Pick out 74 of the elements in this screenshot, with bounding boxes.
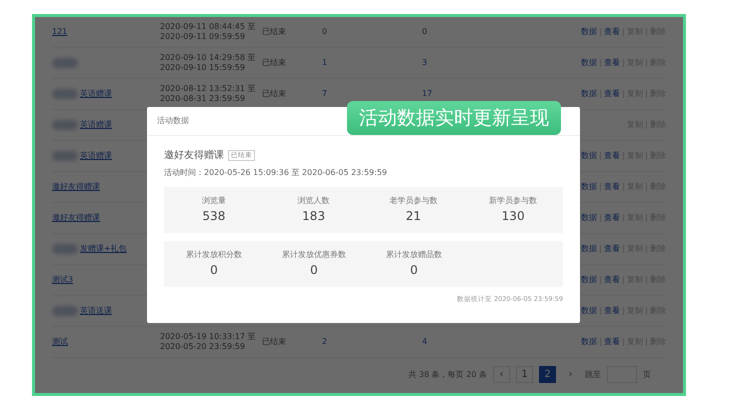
action-link[interactable]: 数据: [581, 150, 597, 162]
time-start: 2020-05-19 10:33:17 至: [160, 332, 257, 342]
activity-title: 邀好友得赠课: [164, 148, 224, 163]
activity-time: 活动时间：2020-05-26 15:09:36 至 2020-06-05 23:59:59: [164, 167, 388, 179]
action-link[interactable]: 查看: [604, 243, 620, 255]
activity-name-link[interactable]: 121: [52, 26, 68, 38]
count-link[interactable]: 3: [422, 58, 428, 67]
modal-title: 活动数据: [157, 115, 189, 127]
activity-name-link[interactable]: 测试: [52, 336, 68, 348]
action-link[interactable]: 查看: [604, 274, 620, 286]
stat-label: 浏览人数: [296, 195, 331, 207]
page-suffix: 页: [643, 368, 651, 380]
stat-value: 130: [500, 208, 526, 225]
time-end: 2020-09-10 15:59:59: [160, 63, 246, 73]
action-link[interactable]: 数据: [581, 305, 597, 317]
previous-page-button[interactable]: ‹: [493, 366, 510, 383]
count-link[interactable]: 17: [422, 89, 432, 98]
stat-value: 0: [409, 262, 419, 279]
stat-value: 538: [201, 208, 226, 225]
time-start: 2020-09-11 08:44:45 至: [160, 22, 257, 32]
action-link[interactable]: 查看: [604, 57, 620, 69]
status-text: 已结束: [262, 27, 286, 36]
status-text: 已结束: [262, 58, 286, 67]
action-link[interactable]: 查看: [604, 305, 620, 317]
time-start: 2020-09-10 14:29:58 至: [160, 53, 257, 63]
action-link[interactable]: 查看: [604, 336, 620, 348]
time-start: 2020-08-12 13:52:31 至: [160, 84, 257, 94]
action-link[interactable]: 数据: [581, 212, 597, 224]
stat-value: 0: [209, 262, 219, 279]
stat-label: 老学员参与数: [388, 195, 438, 207]
count-text: 0: [422, 27, 428, 36]
stat-value: 183: [301, 208, 326, 225]
stat-label: 新学员参与数: [488, 195, 538, 207]
activity-name-link[interactable]: 英语送课: [80, 305, 112, 317]
stat-label: 累计发放赠品数: [385, 249, 443, 261]
action-link[interactable]: 查看: [604, 26, 620, 38]
action-link[interactable]: 数据: [581, 243, 597, 255]
activity-name-link[interactable]: 邀好友得赠课: [52, 212, 100, 224]
page-button[interactable]: 1: [516, 366, 533, 383]
activity-name-link[interactable]: 测试3: [52, 274, 74, 286]
action-link[interactable]: 数据: [581, 274, 597, 286]
action-link[interactable]: 查看: [604, 181, 620, 193]
stat-label: 累计发放积分数: [185, 249, 243, 261]
count-text: 0: [322, 27, 328, 36]
stat-value: 21: [404, 208, 422, 225]
action-link[interactable]: 查看: [604, 88, 620, 100]
status-text: 已结束: [262, 89, 286, 98]
stat-label: 浏览量: [200, 195, 227, 207]
activity-name-link[interactable]: 英语赠课: [80, 119, 112, 131]
count-link[interactable]: 1: [322, 58, 328, 67]
promo-banner: 活动数据实时更新呈现: [347, 101, 561, 135]
count-link[interactable]: 2: [322, 337, 328, 346]
action-link[interactable]: 数据: [581, 26, 597, 38]
action-link[interactable]: 查看: [604, 150, 620, 162]
action-link[interactable]: 数据: [581, 181, 597, 193]
activity-name-link[interactable]: 邀好友得赠课: [52, 181, 100, 193]
activity-name-link[interactable]: 英语赠课: [80, 150, 112, 162]
time-end: 2020-08-31 23:59:59: [160, 94, 246, 104]
activity-name-link[interactable]: 英语赠课: [80, 88, 112, 100]
jump-label: 跳至: [585, 368, 601, 380]
count-link[interactable]: 7: [322, 89, 328, 98]
stat-label: 累计发放优惠券数: [281, 249, 347, 261]
activity-name-link[interactable]: 发赠课+礼包: [80, 243, 127, 255]
count-link[interactable]: 4: [422, 337, 428, 346]
status-text: 已结束: [262, 337, 286, 346]
action-link[interactable]: 数据: [581, 57, 597, 69]
action-link[interactable]: 数据: [581, 88, 597, 100]
action-link[interactable]: 数据: [581, 336, 597, 348]
pagination-summary: 共 38 条，每页 20 条: [408, 368, 487, 380]
page-button[interactable]: 2: [539, 366, 556, 383]
stat-value: 0: [309, 262, 319, 279]
action-link[interactable]: 查看: [604, 212, 620, 224]
time-end: 2020-05-20 23:59:59: [160, 342, 246, 352]
time-end: 2020-09-11 09:59:59: [160, 32, 246, 42]
